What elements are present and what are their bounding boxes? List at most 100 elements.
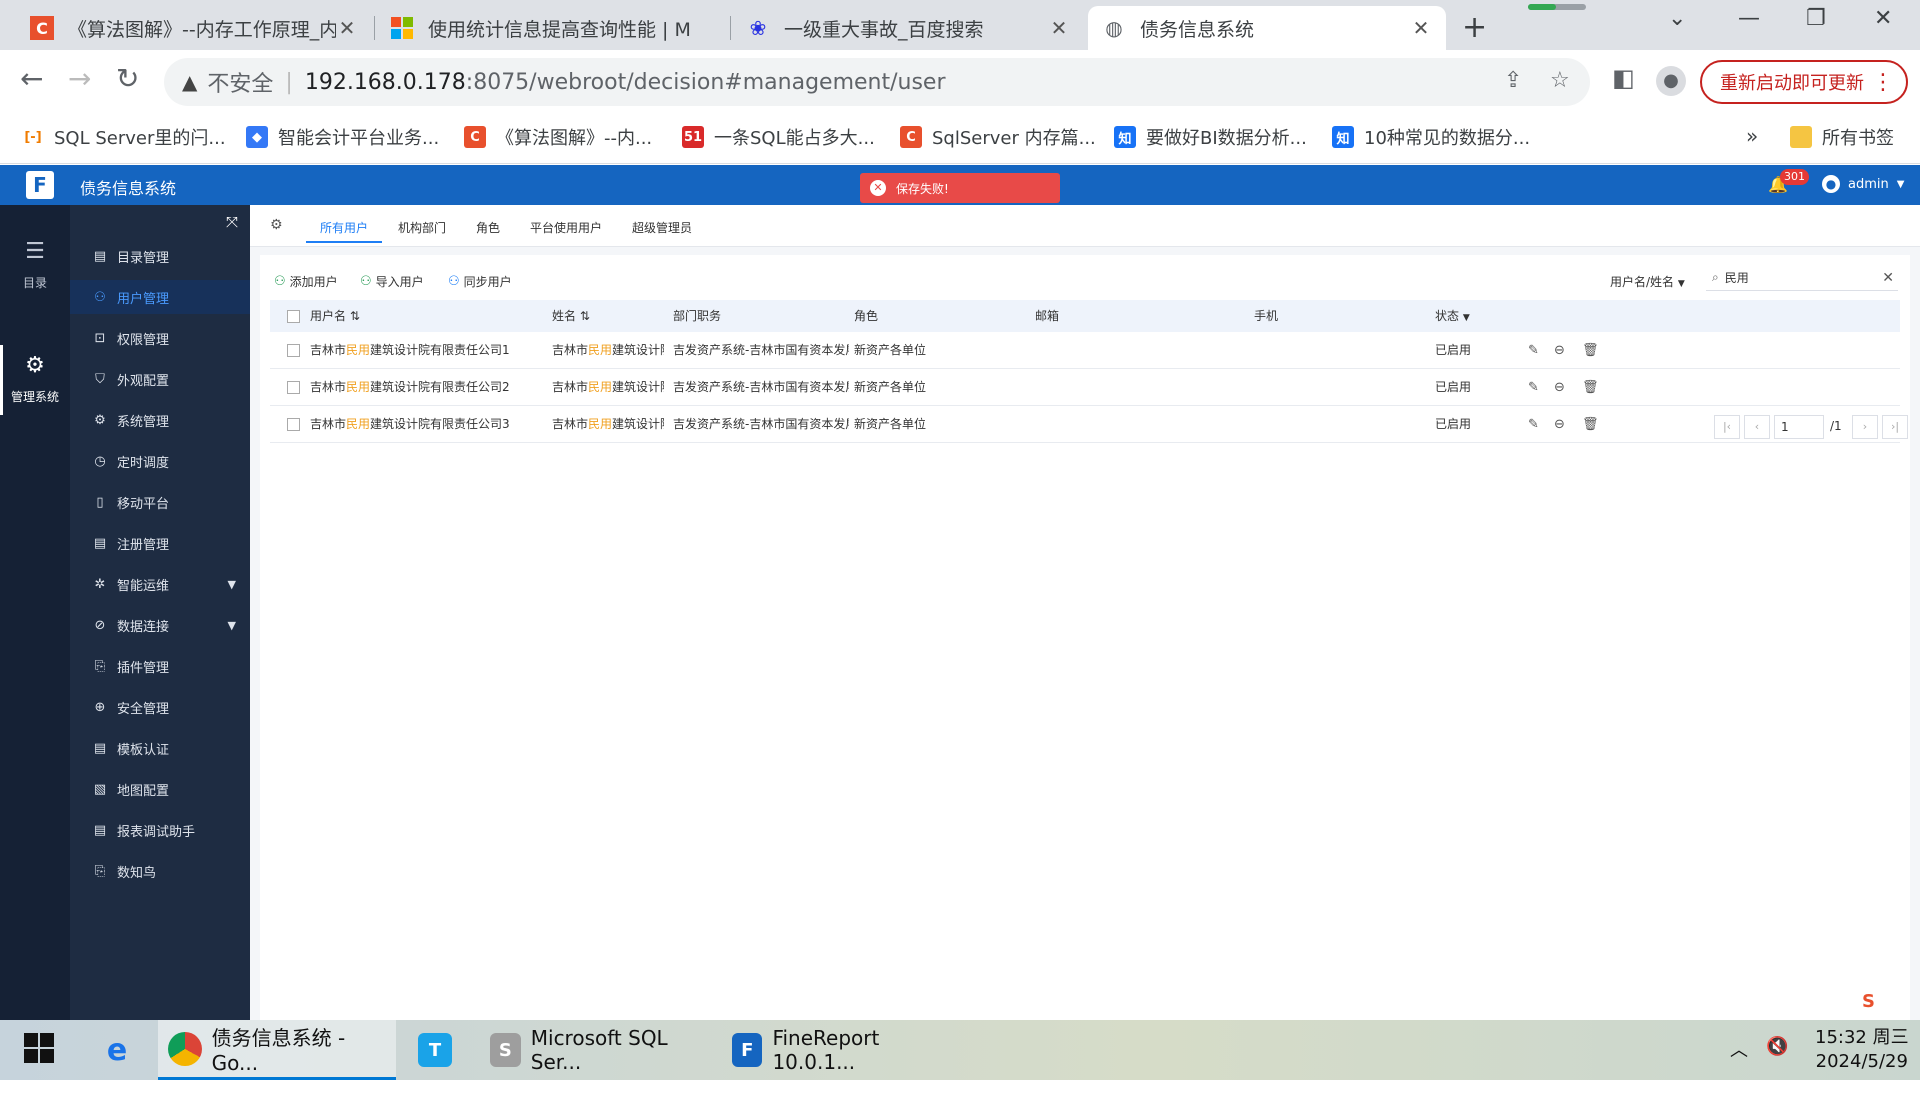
bookmark-item[interactable]: 51 一条SQL能占多大... [682, 124, 875, 150]
sidebar-item-data-connection[interactable]: ⊘ 数据连接 ▼ [70, 608, 250, 642]
sidebar-item-map-config[interactable]: ▧ 地图配置 [70, 772, 250, 806]
sidebar-item-report-debug[interactable]: ▤ 报表调试助手 [70, 813, 250, 847]
table-row[interactable]: 吉林市民用建筑设计院有限责任公司3 吉林市民用建筑设计院... 吉发资产系统-吉… [270, 406, 1900, 443]
new-tab-button[interactable]: + [1462, 10, 1487, 45]
import-user-button[interactable]: ⚇ 导入用户 [360, 273, 424, 290]
star-icon[interactable]: ☆ [1550, 68, 1570, 93]
sidebar-item-registration[interactable]: ▤ 注册管理 [70, 526, 250, 560]
close-icon[interactable]: ✕ [336, 16, 358, 40]
sidebar-item-security[interactable]: ⊕ 安全管理 [70, 690, 250, 724]
sidebar-item-mobile[interactable]: ▯ 移动平台 [70, 485, 250, 519]
trash-icon[interactable]: 🗑 [1582, 417, 1599, 432]
sidebar-item-schedule[interactable]: ◷ 定时调度 [70, 444, 250, 478]
taskbar-item-app[interactable]: T [408, 1020, 462, 1080]
tab-super-admins[interactable]: 超级管理员 [632, 219, 692, 236]
browser-tab-1[interactable]: C 《算法图解》--内存工作原理_内 ✕ [16, 6, 372, 50]
sidebar-item-plugins[interactable]: ⎘ 插件管理 [70, 649, 250, 683]
bookmark-item[interactable]: 知要做好BI数据分析... [1114, 124, 1307, 150]
registration-icon: ▤ [93, 535, 107, 551]
clear-icon[interactable]: ✕ [1882, 270, 1894, 286]
restart-to-update-button[interactable]: 重新启动即可更新 ⋮ [1700, 60, 1908, 104]
warning-triangle-icon: ▲ [182, 70, 198, 94]
row-checkbox[interactable] [287, 381, 300, 394]
tab-search-chevron-icon[interactable]: ⌄ [1668, 6, 1686, 31]
edit-icon[interactable]: ✎ [1528, 380, 1539, 395]
tab-platform-users[interactable]: 平台使用用户 [530, 219, 602, 236]
side-panel-icon[interactable]: ◧ [1612, 64, 1635, 92]
add-user-button[interactable]: ⚇ 添加用户 [274, 273, 338, 290]
ie-taskbar-icon[interactable]: e [90, 1020, 144, 1080]
close-window-button[interactable]: ✕ [1874, 6, 1892, 31]
close-icon[interactable]: ✕ [1048, 16, 1070, 40]
tab-roles[interactable]: 角色 [476, 219, 500, 236]
edit-icon[interactable]: ✎ [1528, 343, 1539, 358]
sidebar-item-system[interactable]: ⚙ 系统管理 [70, 403, 250, 437]
header-status[interactable]: 状态 ▼ [1435, 300, 1470, 332]
bookmark-item[interactable]: 知 10种常见的数据分... [1332, 124, 1530, 150]
taskbar-item-chrome[interactable]: 债务信息系统 - Go... [158, 1020, 396, 1080]
next-page-button[interactable]: › [1852, 415, 1878, 439]
settings-gear-icon[interactable]: ⚙ [270, 217, 283, 233]
row-checkbox[interactable] [287, 418, 300, 431]
table-row[interactable]: 吉林市民用建筑设计院有限责任公司2 吉林市民用建筑设计院... 吉发资产系统-吉… [270, 369, 1900, 406]
disable-icon[interactable]: ⊖ [1554, 417, 1565, 432]
start-button[interactable] [14, 1020, 54, 1080]
bookmark-item[interactable]: [-] SQL Server里的闩... [22, 124, 225, 150]
trash-icon[interactable]: 🗑 [1582, 380, 1599, 395]
prev-page-button[interactable]: ‹ [1744, 415, 1770, 439]
tab-all-users[interactable]: 所有用户 [305, 219, 383, 243]
address-bar[interactable]: ▲ 不安全 | 192.168.0.178 :8075/webroot/deci… [164, 58, 1590, 106]
sidebar-item-users[interactable]: ⚇ 用户管理 [70, 280, 250, 314]
browser-tab-2[interactable]: 使用统计信息提高查询性能 | Mi ✕ [376, 6, 728, 50]
user-menu[interactable]: ● admin ▼ [1822, 175, 1904, 193]
bookmarks-overflow-button[interactable]: » [1746, 124, 1758, 148]
last-page-button[interactable]: ›| [1882, 415, 1908, 439]
volume-muted-icon[interactable]: 🔇 [1766, 1036, 1788, 1096]
taskbar-item-sql-server[interactable]: S Microsoft SQL Ser... [480, 1020, 706, 1080]
rail-item-management[interactable]: ⚙ 管理系统 [0, 345, 70, 415]
more-vert-icon[interactable]: ⋮ [1872, 70, 1894, 95]
header-phone: 手机 [1254, 309, 1279, 323]
browser-tab-4-active[interactable]: ◍ 债务信息系统 ✕ [1088, 6, 1446, 50]
sidebar-item-template-auth[interactable]: ▤ 模板认证 [70, 731, 250, 765]
tab-departments[interactable]: 机构部门 [398, 219, 446, 236]
sync-user-button[interactable]: ⚇ 同步用户 [448, 273, 512, 290]
table-row[interactable]: 吉林市民用建筑设计院有限责任公司1 吉林市民用建筑设计院... 吉发资产系统-吉… [270, 332, 1900, 369]
collapse-sidebar-icon[interactable]: ⤧ [226, 213, 238, 231]
row-checkbox[interactable] [287, 344, 300, 357]
rail-item-catalog[interactable]: ☰ 目录 [0, 239, 70, 291]
trash-icon[interactable]: 🗑 [1582, 343, 1599, 358]
taskbar-item-finereport[interactable]: F FineReport 10.0.1... [722, 1020, 948, 1080]
header-username[interactable]: 用户名 ⇅ [310, 300, 360, 332]
back-button[interactable]: ← [20, 62, 43, 95]
edit-icon[interactable]: ✎ [1528, 417, 1539, 432]
sidebar-item-appearance[interactable]: ⛉ 外观配置 [70, 362, 250, 396]
share-icon[interactable]: ⇪ [1504, 68, 1522, 93]
first-page-button[interactable]: |‹ [1714, 415, 1740, 439]
system-clock[interactable]: 15:32 周三 2024/5/29 [1815, 1026, 1909, 1074]
disable-icon[interactable]: ⊖ [1554, 380, 1565, 395]
sidebar-item-directory[interactable]: ▤ 目录管理 [70, 239, 250, 273]
bookmark-item[interactable]: ◆ 智能会计平台业务... [246, 124, 439, 150]
page-input[interactable]: 1 [1774, 415, 1824, 439]
bookmark-item[interactable]: C 《算法图解》--内... [464, 124, 652, 150]
browser-tab-3[interactable]: ❀ 一级重大事故_百度搜索 ✕ [732, 6, 1084, 50]
search-field-select[interactable]: 用户名/姓名 ▼ [1610, 273, 1685, 290]
sidebar-item-shuzhiniao[interactable]: ⎘ 数知鸟 [70, 854, 250, 888]
select-all-checkbox[interactable] [287, 310, 300, 323]
reload-button[interactable]: ↻ [116, 62, 139, 95]
sidebar-item-permissions[interactable]: ⊡ 权限管理 [70, 321, 250, 355]
header-name[interactable]: 姓名 ⇅ [552, 300, 590, 332]
forward-button[interactable]: → [68, 62, 91, 95]
sogou-ime-icon[interactable]: S [1862, 991, 1875, 1012]
sidebar-item-smart-ops[interactable]: ✲ 智能运维 ▼ [70, 567, 250, 601]
disable-icon[interactable]: ⊖ [1554, 343, 1565, 358]
tray-chevron-up-icon[interactable]: ︿ [1730, 1036, 1748, 1096]
restore-button[interactable]: ❐ [1806, 6, 1826, 31]
minimize-button[interactable]: — [1738, 6, 1760, 31]
all-bookmarks-button[interactable]: 所有书签 [1790, 124, 1894, 150]
bookmark-item[interactable]: C SqlServer 内存篇... [900, 124, 1096, 150]
search-input[interactable]: ⌕ 民用 ✕ [1706, 265, 1898, 291]
close-icon[interactable]: ✕ [1410, 16, 1432, 40]
profile-avatar-icon[interactable]: ● [1656, 60, 1686, 96]
